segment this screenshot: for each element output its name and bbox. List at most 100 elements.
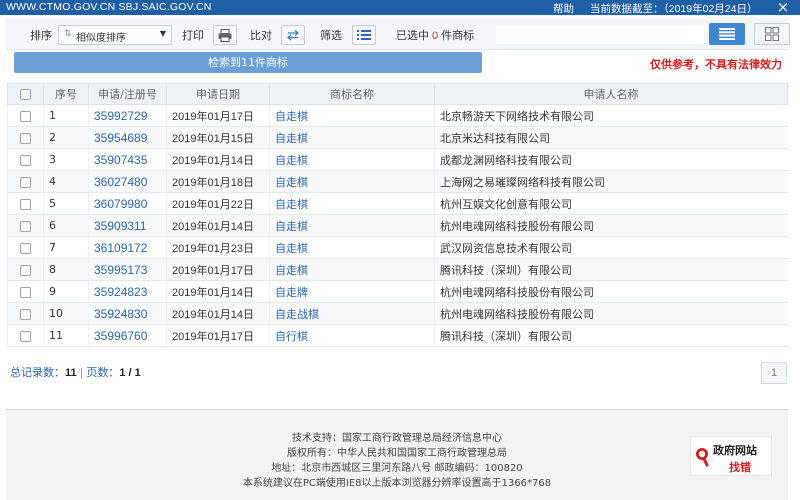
row-checkbox[interactable] — [20, 330, 31, 342]
selected-count: 0 — [432, 30, 439, 42]
footer-address: 地址：北京市西城区三里河东路八号 邮政编码：100820 — [271, 463, 523, 474]
row-checkbox[interactable] — [20, 242, 31, 254]
row-no: 11 — [43, 324, 89, 347]
sort-selected-value: 相似度排序 — [76, 33, 126, 44]
row-trademark-name-link[interactable]: 自走战棋 — [269, 302, 435, 325]
filter-list-icon — [357, 30, 371, 40]
row-date: 2019年01月14日 — [166, 214, 270, 237]
pages-value: 1 / 1 — [119, 367, 141, 379]
row-trademark-name-link[interactable]: 自走棋 — [269, 104, 435, 127]
list-view-icon — [719, 28, 735, 40]
row-reg-no-link[interactable]: 35996760 — [88, 324, 167, 347]
table-row: 8 35995173 2019年01月17日 自走棋 腾讯科技（深圳）有限公司 — [7, 258, 788, 281]
row-trademark-name-link[interactable]: 自走棋 — [269, 258, 435, 281]
row-trademark-name-link[interactable]: 自走牌 — [269, 280, 435, 303]
compare-icon — [286, 30, 300, 41]
row-date: 2019年01月22日 — [166, 192, 270, 215]
row-date: 2019年01月17日 — [166, 258, 270, 281]
row-date: 2019年01月14日 — [166, 302, 270, 325]
site-domains: WWW.CTMO.GOV.CN SBJ.SAIC.GOV.CN — [6, 1, 212, 13]
row-no: 8 — [43, 258, 89, 281]
select-all-checkbox[interactable] — [20, 89, 31, 100]
sort-select[interactable]: ⇅ 相似度排序 ▼ — [58, 25, 172, 45]
row-checkbox[interactable] — [20, 264, 31, 276]
row-reg-no-link[interactable]: 35992729 — [88, 104, 167, 127]
row-checkbox[interactable] — [20, 286, 31, 298]
compare-button[interactable] — [281, 25, 305, 45]
filter-button[interactable] — [352, 25, 376, 45]
table-header-row: 序号 申请/注册号 申请日期 商标名称 申请人名称 — [7, 83, 788, 105]
row-reg-no-link[interactable]: 35995173 — [88, 258, 167, 281]
row-reg-no-link[interactable]: 35954689 — [88, 126, 167, 149]
row-trademark-name-link[interactable]: 自行棋 — [269, 324, 435, 347]
grid-view-button[interactable] — [754, 23, 790, 45]
row-checkbox[interactable] — [20, 308, 31, 320]
row-applicant: 武汉网资信息技术有限公司 — [434, 236, 788, 259]
footer-tech-support: 技术支持：国家工商行政管理总局经济信息中心 — [292, 433, 502, 444]
row-trademark-name-link[interactable]: 自走棋 — [269, 192, 435, 215]
col-header-applicant: 申请人名称 — [434, 83, 788, 105]
footer-copyright: 版权所有：中华人民共和国国家工商行政管理总局 — [287, 448, 507, 459]
search-input[interactable] — [496, 26, 704, 44]
row-checkbox[interactable] — [20, 220, 31, 232]
row-checkbox[interactable] — [20, 110, 31, 122]
row-reg-no-link[interactable]: 36079980 — [88, 192, 167, 215]
results-table: 序号 申请/注册号 申请日期 商标名称 申请人名称 1 35992729 2019年… — [7, 83, 788, 347]
table-row: 3 35907435 2019年01月14日 自走棋 成都龙渊网络科技有限公司 — [7, 148, 788, 171]
row-reg-no-link[interactable]: 35924830 — [88, 302, 167, 325]
page-1-button[interactable]: 1 — [761, 362, 787, 384]
row-no: 1 — [43, 104, 89, 127]
footer: 技术支持：国家工商行政管理总局经济信息中心 版权所有：中华人民共和国国家工商行政… — [6, 409, 788, 500]
row-checkbox-cell — [7, 214, 44, 237]
selected-info: 已选中 0 件商标 — [396, 27, 474, 43]
row-reg-no-link[interactable]: 36027480 — [88, 170, 167, 193]
row-date: 2019年01月14日 — [166, 148, 270, 171]
gov-site-label: 政府网站 — [713, 444, 757, 457]
print-button[interactable] — [213, 25, 237, 45]
gov-site-error-report-badge[interactable]: 政府网站 找错 — [690, 436, 772, 476]
data-date-info: 当前数据截至：（2019年02月24日） — [590, 1, 757, 16]
row-checkbox[interactable] — [20, 132, 31, 144]
row-trademark-name-link[interactable]: 自走棋 — [269, 214, 435, 237]
paging-separator: | — [79, 366, 84, 379]
list-view-button[interactable] — [709, 23, 745, 45]
row-applicant: 成都龙渊网络科技有限公司 — [434, 148, 788, 171]
row-trademark-name-link[interactable]: 自走棋 — [269, 170, 435, 193]
row-reg-no-link[interactable]: 36109172 — [88, 236, 167, 259]
row-no: 2 — [43, 126, 89, 149]
table-row: 1 35992729 2019年01月17日 自走棋 北京畅游天下网络技术有限公司 — [7, 104, 788, 127]
row-checkbox[interactable] — [20, 176, 31, 188]
row-applicant: 杭州电魂网络科技股份有限公司 — [434, 214, 788, 237]
row-reg-no-link[interactable]: 35907435 — [88, 148, 167, 171]
row-reg-no-link[interactable]: 35924823 — [88, 280, 167, 303]
row-checkbox-cell — [7, 236, 44, 259]
table-row: 5 36079980 2019年01月22日 自走棋 杭州互娱文化创意有限公司 — [7, 192, 788, 215]
close-icon[interactable]: × — [772, 0, 794, 15]
row-checkbox[interactable] — [20, 198, 31, 210]
data-date-label: 当前数据截至： — [590, 3, 664, 15]
table-row: 2 35954689 2019年01月15日 自走棋 北京米达科技有限公司 — [7, 126, 788, 149]
row-applicant: 杭州电魂网络科技股份有限公司 — [434, 280, 788, 303]
row-trademark-name-link[interactable]: 自走棋 — [269, 236, 435, 259]
table-row: 10 35924830 2019年01月14日 自走战棋 杭州电魂网络科技股份有限公司 — [7, 302, 788, 325]
total-records-label: 总记录数： — [10, 366, 65, 379]
help-link[interactable]: 帮助 — [553, 1, 574, 16]
row-checkbox[interactable] — [20, 154, 31, 166]
row-reg-no-link[interactable]: 35909311 — [88, 214, 167, 237]
row-applicant: 腾讯科技（深圳）有限公司 — [434, 258, 788, 281]
table-row: 7 36109172 2019年01月23日 自走棋 武汉网资信息技术有限公司 — [7, 236, 788, 259]
footer-browser-note: 本系统建议在PC端使用IE8以上版本浏览器分辨率设置高于1366*768 — [242, 478, 552, 489]
table-row: 11 35996760 2019年01月17日 自行棋 腾讯科技（深圳）有限公司 — [7, 324, 788, 347]
col-header-date: 申请日期 — [166, 83, 270, 105]
row-date: 2019年01月23日 — [166, 236, 270, 259]
row-applicant: 上海网之易璀璨网络科技有限公司 — [434, 170, 788, 193]
row-no: 3 — [43, 148, 89, 171]
result-count-banner: 检索到11件商标 — [14, 52, 482, 73]
select-all-cell — [7, 83, 44, 105]
row-checkbox-cell — [7, 170, 44, 193]
row-applicant: 杭州电魂网络科技股份有限公司 — [434, 302, 788, 325]
row-applicant: 杭州互娱文化创意有限公司 — [434, 192, 788, 215]
row-trademark-name-link[interactable]: 自走棋 — [269, 148, 435, 171]
magnifier-icon — [696, 448, 709, 467]
row-trademark-name-link[interactable]: 自走棋 — [269, 126, 435, 149]
